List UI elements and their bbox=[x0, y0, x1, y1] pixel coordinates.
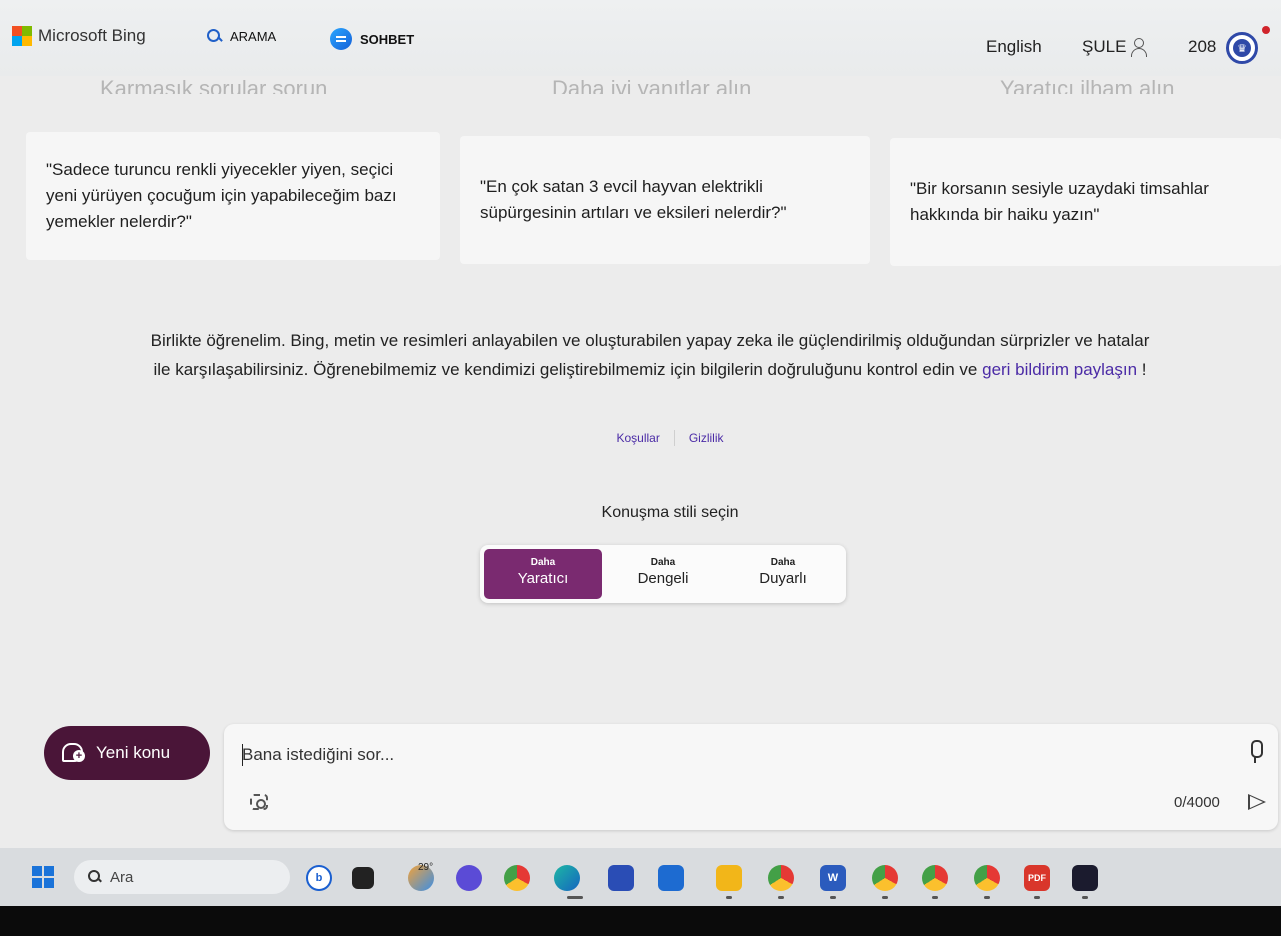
suggestion-card[interactable]: "Sadece turuncu renkli yiyecekler yiyen,… bbox=[26, 132, 440, 260]
rewards-points[interactable]: 208 bbox=[1188, 37, 1216, 57]
chrome-profile-icon[interactable] bbox=[974, 865, 1000, 891]
chrome-profile-icon[interactable] bbox=[768, 865, 794, 891]
new-topic-button[interactable]: Yeni konu bbox=[44, 726, 210, 780]
char-counter: 0/4000 bbox=[1174, 794, 1220, 811]
faded-heading-2: Daha iyi yanıtlar alın bbox=[552, 76, 752, 94]
screen-bezel bbox=[0, 906, 1281, 936]
taskbar-search[interactable]: Ara bbox=[74, 860, 290, 894]
disclaimer-text: Birlikte öğrenelim. Bing, metin ve resim… bbox=[150, 326, 1150, 384]
chat-input[interactable] bbox=[242, 740, 1202, 770]
terms-link[interactable]: Koşullar bbox=[616, 431, 659, 445]
style-precise-button[interactable]: Daha Duyarlı bbox=[724, 549, 842, 599]
new-topic-label: Yeni konu bbox=[96, 743, 171, 762]
running-indicator bbox=[932, 896, 938, 899]
notification-dot bbox=[1262, 26, 1270, 34]
suggestion-card[interactable]: "Bir korsanın sesiyle uzaydaki timsahlar… bbox=[890, 138, 1281, 266]
running-indicator bbox=[830, 896, 836, 899]
running-indicator bbox=[984, 896, 990, 899]
bing-logo[interactable]: Microsoft Bing bbox=[12, 26, 146, 46]
running-indicator bbox=[778, 896, 784, 899]
style-small-label: Daha bbox=[530, 557, 556, 568]
language-switch[interactable]: English bbox=[986, 37, 1042, 57]
file-explorer-icon[interactable] bbox=[716, 865, 742, 891]
suggestion-text: "Bir korsanın sesiyle uzaydaki timsahlar… bbox=[910, 179, 1209, 224]
microphone-icon[interactable] bbox=[1248, 740, 1263, 764]
send-icon[interactable] bbox=[1248, 794, 1266, 810]
windows-start-icon[interactable] bbox=[32, 866, 54, 888]
suggestion-text: "En çok satan 3 evcil hayvan elektrikli … bbox=[480, 177, 787, 222]
windows-taskbar: Ara b W PDF bbox=[0, 848, 1281, 906]
search-icon bbox=[206, 28, 222, 44]
person-icon[interactable] bbox=[1130, 38, 1147, 57]
chrome-icon[interactable] bbox=[504, 865, 530, 891]
nav-arama-label: ARAMA bbox=[230, 28, 277, 44]
nav-sohbet[interactable]: SOHBET bbox=[330, 28, 414, 50]
suggestion-card[interactable]: "En çok satan 3 evcil hayvan elektrikli … bbox=[460, 136, 870, 264]
link-divider bbox=[673, 430, 675, 446]
mail-icon[interactable] bbox=[658, 865, 684, 891]
style-creative-button[interactable]: Daha Yaratıcı bbox=[484, 549, 602, 599]
faded-heading-3: Yaratıcı ilham alın bbox=[1000, 76, 1175, 94]
style-big-label: Yaratıcı bbox=[517, 570, 569, 587]
suggestion-text: "Sadece turuncu renkli yiyecekler yiyen,… bbox=[46, 160, 397, 231]
style-picker-title: Konuşma stili seçin bbox=[601, 504, 739, 521]
edge-icon[interactable] bbox=[554, 865, 580, 891]
search-icon bbox=[88, 870, 102, 884]
pdf-icon[interactable]: PDF bbox=[1024, 865, 1050, 891]
text-caret bbox=[242, 744, 243, 766]
style-small-label: Daha bbox=[650, 557, 676, 568]
chat-composer: 0/4000 bbox=[224, 724, 1278, 830]
running-indicator bbox=[726, 896, 732, 899]
new-chat-icon bbox=[62, 743, 85, 763]
running-indicator bbox=[1034, 896, 1040, 899]
chat-icon bbox=[330, 28, 352, 50]
chrome-profile-icon[interactable] bbox=[872, 865, 898, 891]
terminal-icon[interactable] bbox=[352, 867, 374, 889]
chrome-profile-icon[interactable] bbox=[922, 865, 948, 891]
running-indicator bbox=[882, 896, 888, 899]
style-small-label: Daha bbox=[770, 557, 796, 568]
feedback-link[interactable]: geri bildirim paylaşın bbox=[982, 360, 1137, 379]
top-header: Microsoft Bing ARAMA SOHBET English ŞULE… bbox=[0, 0, 1281, 94]
disclaimer-suffix: ! bbox=[1137, 360, 1147, 379]
bing-icon[interactable]: b bbox=[306, 865, 332, 891]
style-big-label: Dengeli bbox=[637, 570, 689, 587]
audio-app-icon[interactable] bbox=[1072, 865, 1098, 891]
teams-icon[interactable] bbox=[456, 865, 482, 891]
store-icon[interactable] bbox=[608, 865, 634, 891]
style-big-label: Duyarlı bbox=[759, 570, 807, 587]
active-indicator bbox=[567, 896, 583, 899]
word-icon[interactable]: W bbox=[820, 865, 846, 891]
taskbar-search-label: Ara bbox=[110, 868, 134, 886]
brand-label: Microsoft Bing bbox=[38, 26, 146, 45]
nav-arama[interactable]: ARAMA bbox=[206, 28, 276, 44]
legal-links: Koşullar Gizlilik bbox=[560, 430, 780, 446]
conversation-style-picker: Daha Yaratıcı Daha Dengeli Daha Duyarlı bbox=[480, 545, 846, 603]
rewards-trophy-icon[interactable]: ♛ bbox=[1226, 32, 1258, 64]
running-indicator bbox=[1082, 896, 1088, 899]
nav-sohbet-label: SOHBET bbox=[360, 31, 415, 47]
faded-heading-1: Karmaşık sorular sorun bbox=[100, 76, 328, 94]
microsoft-logo-icon bbox=[12, 26, 32, 46]
privacy-link[interactable]: Gizlilik bbox=[689, 431, 724, 445]
weather-temperature: 29° bbox=[418, 862, 434, 873]
visual-search-icon[interactable] bbox=[250, 794, 268, 810]
user-name[interactable]: ŞULE bbox=[1082, 37, 1126, 57]
style-balanced-button[interactable]: Daha Dengeli bbox=[604, 549, 722, 599]
